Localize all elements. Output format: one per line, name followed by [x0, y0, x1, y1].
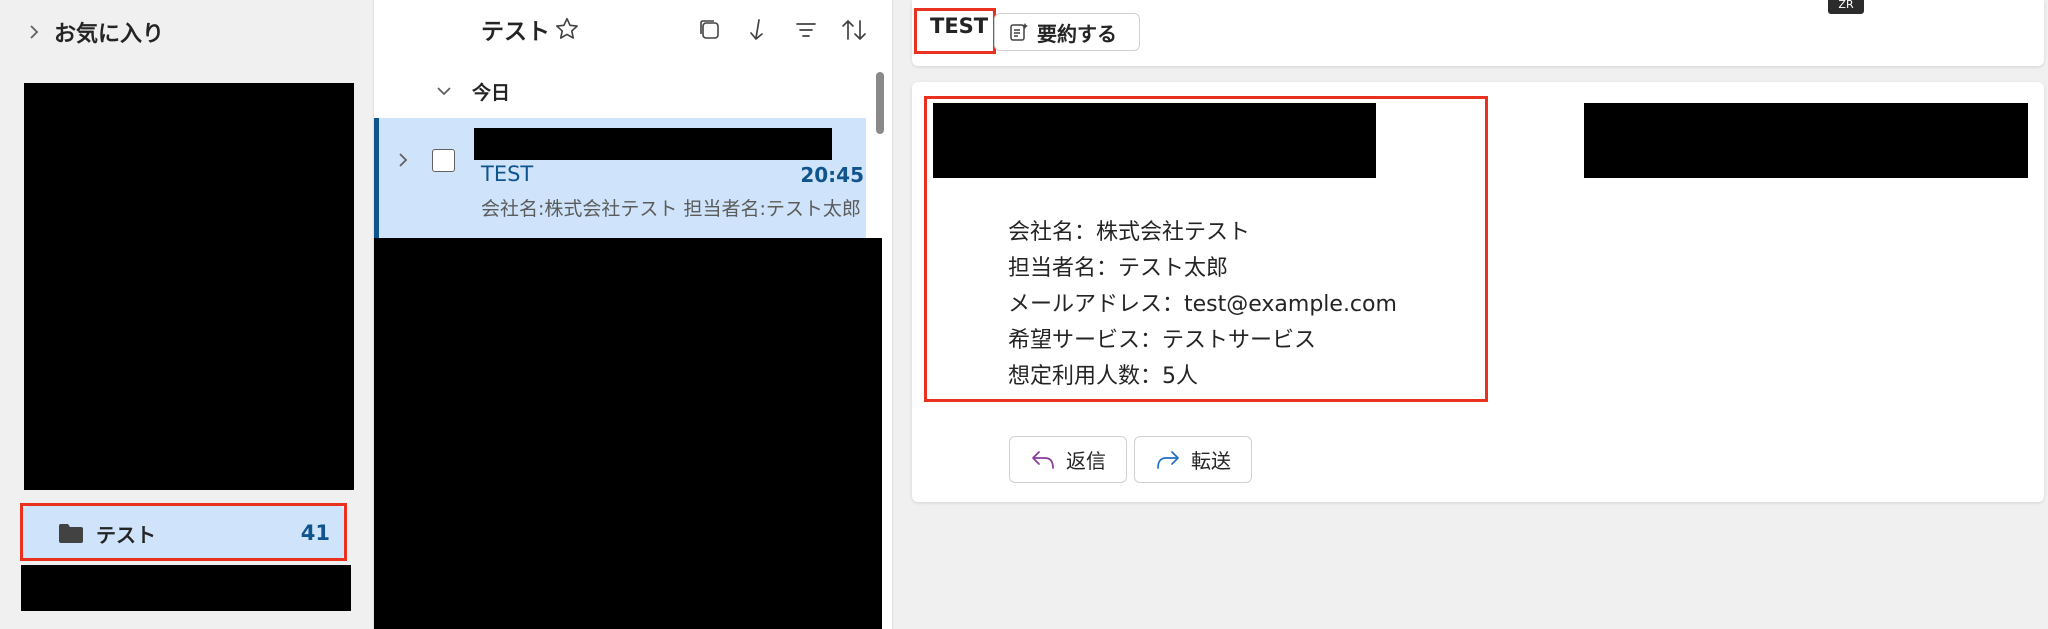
forward-icon — [1155, 449, 1181, 471]
list-item[interactable]: TEST 20:45 会社名:株式会社テスト 担当者名:テスト太郎 — [374, 118, 866, 238]
redacted-subject — [474, 128, 832, 160]
message-list-pane: テスト 今日 TEST 20:45 会社名:株式会社テスト 担当者名:テスト太郎 — [373, 0, 893, 629]
summarize-label: 要約する — [1037, 21, 1117, 46]
chevron-down-icon — [436, 85, 452, 97]
list-toolbar — [694, 14, 870, 46]
redacted-folder-list — [24, 83, 354, 490]
message-checkbox[interactable] — [432, 149, 455, 172]
select-all-icon[interactable] — [694, 14, 726, 46]
message-preview: 会社名:株式会社テスト 担当者名:テスト太郎 — [481, 198, 861, 220]
keyboard-shortcut-hint: ZR — [1828, 0, 1864, 14]
chevron-right-icon[interactable] — [397, 152, 409, 168]
list-header: テスト — [374, 0, 894, 60]
highlight-box — [20, 503, 347, 561]
list-scrollbar[interactable] — [876, 72, 884, 134]
jump-to-icon[interactable] — [742, 14, 774, 46]
forward-label: 転送 — [1191, 449, 1231, 473]
message-sender: TEST — [481, 162, 534, 186]
favorites-header[interactable]: お気に入り — [28, 14, 164, 50]
chevron-right-icon — [28, 24, 40, 40]
message-time: 20:45 — [800, 163, 864, 187]
highlight-box — [914, 8, 996, 54]
forward-button[interactable]: 転送 — [1134, 436, 1252, 483]
folder-pane: お気に入り テスト 41 — [0, 0, 373, 629]
summarize-button[interactable]: 要約する — [994, 13, 1140, 51]
reply-button[interactable]: 返信 — [1009, 436, 1127, 483]
favorites-label: お気に入り — [54, 22, 165, 47]
highlight-box — [924, 96, 1488, 402]
redacted-folder — [21, 565, 351, 611]
reply-label: 返信 — [1066, 449, 1106, 473]
group-header-today[interactable]: 今日 — [374, 68, 874, 114]
group-label: 今日 — [472, 81, 511, 104]
redacted-message-list — [374, 238, 882, 629]
filter-icon[interactable] — [790, 14, 822, 46]
redacted-header-info — [1584, 103, 2028, 178]
star-icon[interactable] — [554, 16, 580, 42]
list-title: テスト — [481, 19, 550, 45]
sort-icon[interactable] — [838, 14, 870, 46]
summarize-icon — [1009, 22, 1029, 42]
reply-icon — [1030, 449, 1056, 471]
